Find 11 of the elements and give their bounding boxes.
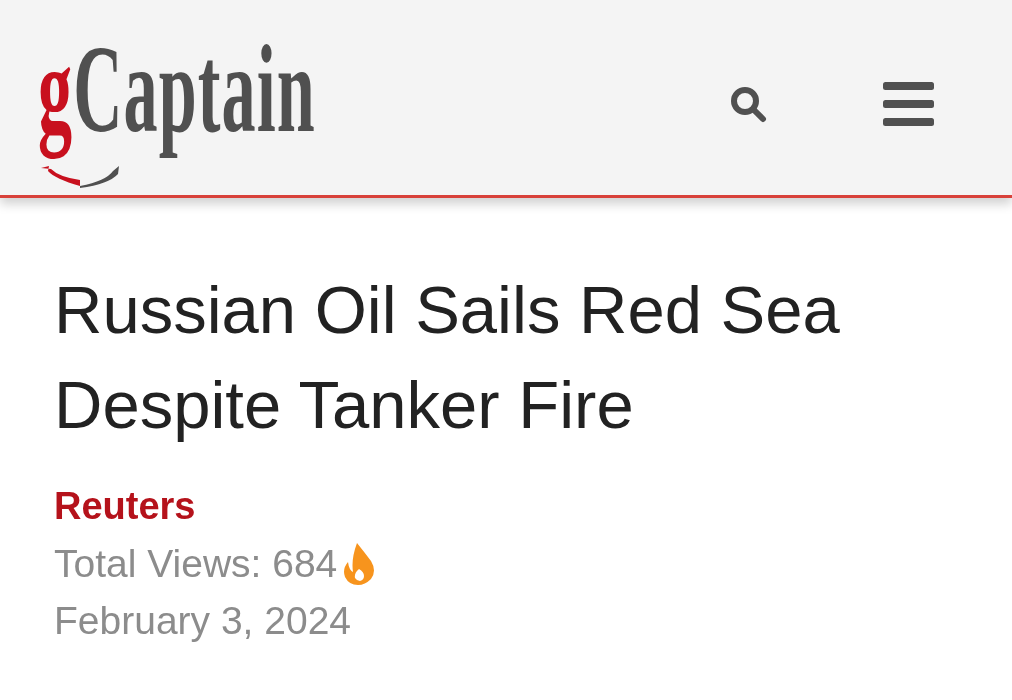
article-title: Russian Oil Sails Red Sea Despite Tanker Fire — [54, 271, 841, 444]
publish-date: February 3, 2024 — [54, 598, 351, 644]
site-logo[interactable]: gCaptain — [38, 14, 316, 165]
view-count: Total Views: 684 — [54, 541, 338, 587]
search-button[interactable] — [730, 86, 767, 123]
search-icon — [730, 86, 767, 123]
logo-arc-icon — [40, 165, 120, 188]
menu-icon — [883, 82, 934, 127]
flame-icon — [343, 542, 376, 585]
menu-button[interactable] — [883, 82, 934, 127]
article-source[interactable]: Reuters — [54, 478, 196, 535]
